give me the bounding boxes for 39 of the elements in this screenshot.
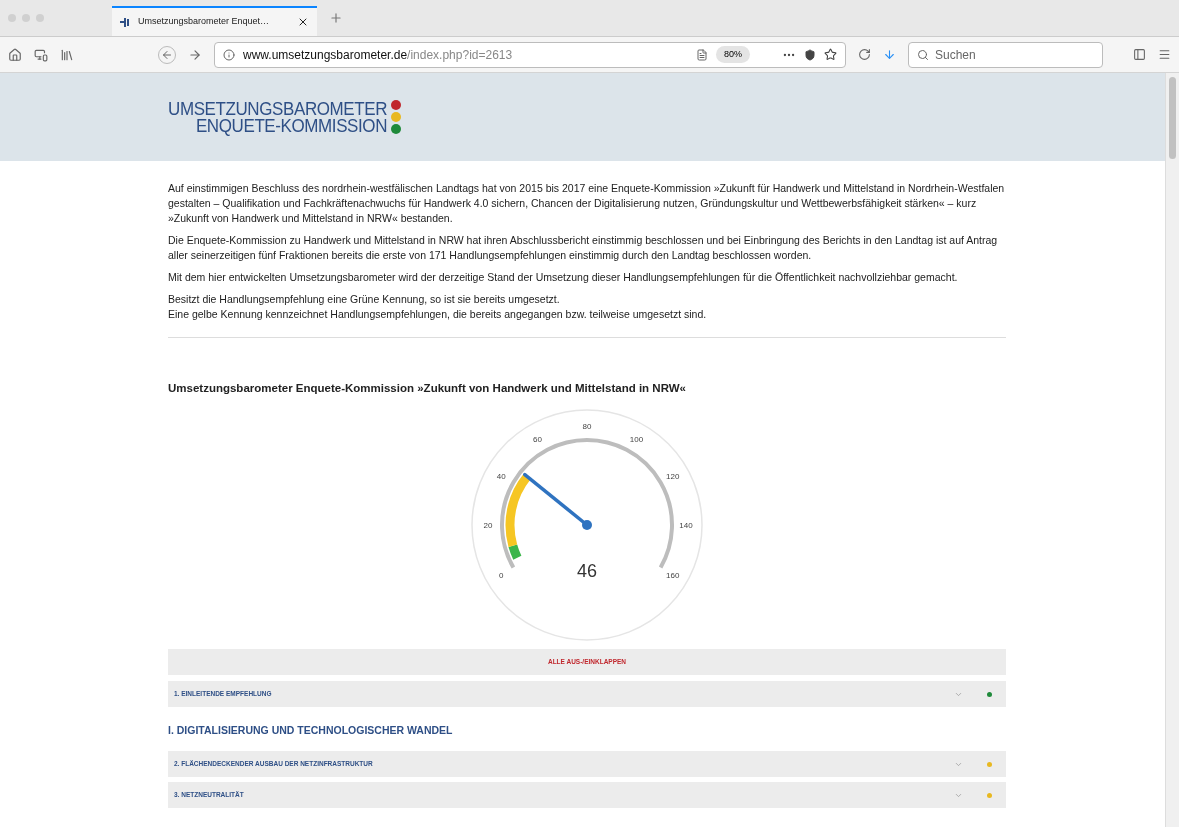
gauge-title: Umsetzungsbarometer Enquete-Kommission »Zukunft von Handwerk und Mittelstand in NRW« — [168, 381, 687, 396]
gauge-tick-label: 100 — [629, 435, 644, 445]
browser-tab[interactable]: Umsetzungsbarometer Enquet… — [112, 6, 317, 36]
sidebar-icon[interactable] — [1133, 48, 1146, 61]
home-icon[interactable] — [8, 47, 22, 62]
gauge-tick-label: 20 — [483, 521, 493, 531]
gauge-tick-label: 140 — [679, 521, 693, 531]
search-field[interactable]: Suchen — [908, 41, 1103, 68]
site-logo[interactable]: UMSETZUNGSBAROMETER ENQUETE-KOMMISSION — [168, 100, 402, 134]
site-favicon — [120, 17, 130, 27]
bookmark-star-icon[interactable] — [824, 48, 837, 61]
forward-button[interactable] — [188, 47, 202, 62]
gauge-tick-label: 40 — [496, 471, 506, 481]
intro-text: Eine gelbe Kennung kennzeichnet Handlungsempfehlungen, die bereits angegangen bzw. teilweise umgesetzt sind. — [168, 307, 708, 322]
synced-tabs-icon[interactable] — [34, 47, 48, 62]
gauge-tick-label: 60 — [533, 435, 542, 445]
gauge-tick-label: 120 — [666, 471, 680, 481]
search-icon — [917, 48, 929, 61]
gauge-tick-label: 0 — [499, 570, 504, 580]
gauge-tick-label: 80 — [582, 422, 592, 432]
gauge-tick-label: 160 — [666, 570, 680, 580]
reload-icon[interactable] — [858, 48, 871, 61]
url-bar[interactable]: www.umsetzungsbarometer.de/index.php?id=2613 80% — [214, 41, 846, 68]
download-icon[interactable] — [883, 48, 896, 61]
gauge-done-band — [508, 544, 522, 560]
library-icon[interactable] — [60, 47, 74, 62]
gauge-reading: 46 — [577, 561, 597, 582]
section-heading: I. DIGITALISIERUNG UND TECHNOLOGISCHER WANDEL — [168, 723, 454, 739]
reader-view-icon[interactable] — [696, 48, 708, 61]
intro-text: Die Enquete-Kommission zu Handwerk und Mittelstand in NRW hat ihren Abschlussbericht einstimmig beschlossen und bei Einbringung des Berichts in den Landtag ist auf Antrag aller seinerzeitigen fünf Fraktionen bereits die erste von 171 Handlungsempfehlungen einstimmig durch den Landtag beschlossen worden. — [168, 233, 999, 263]
intro-text: Mit dem hier entwickelten Umsetzungsbarometer wird der derzeitige Stand der Umsetzung dieser Handlungsempfehlungen für die Öffentlichkeit nachvollziehbar gemacht. — [168, 270, 959, 285]
info-icon[interactable] — [223, 48, 235, 61]
scrollbar[interactable] — [1165, 73, 1179, 827]
url-text: www.umsetzungsbarometer.de/index.php?id=2613 — [243, 46, 514, 64]
menu-icon[interactable] — [1158, 48, 1171, 61]
intro-text: Besitzt die Handlungsempfehlung eine Grüne Kennung, so ist sie bereits umgesetzt. — [168, 292, 561, 307]
zoom-badge[interactable]: 80% — [716, 45, 750, 64]
close-tab-icon[interactable] — [297, 16, 309, 28]
intro-text: Auf einstimmigen Beschluss des nordrhein-westfälischen Landtags hat von 2015 bis 2017 eine Enquete-Kommission »Zukunft für Handwerk und Mittelstand in Nordrhein-Westfalen gestalten – Qualifikation und Fachkräftenachwuchs für Handwerk 4.0 sichern, Chancen der Digitalisierung nutzen, Gründungskultur und Wettbewerbsfähigkeit stärken« – kurz »Zukunft von Handwerk und Mittelstand in NRW« bestanden. — [168, 181, 1006, 226]
